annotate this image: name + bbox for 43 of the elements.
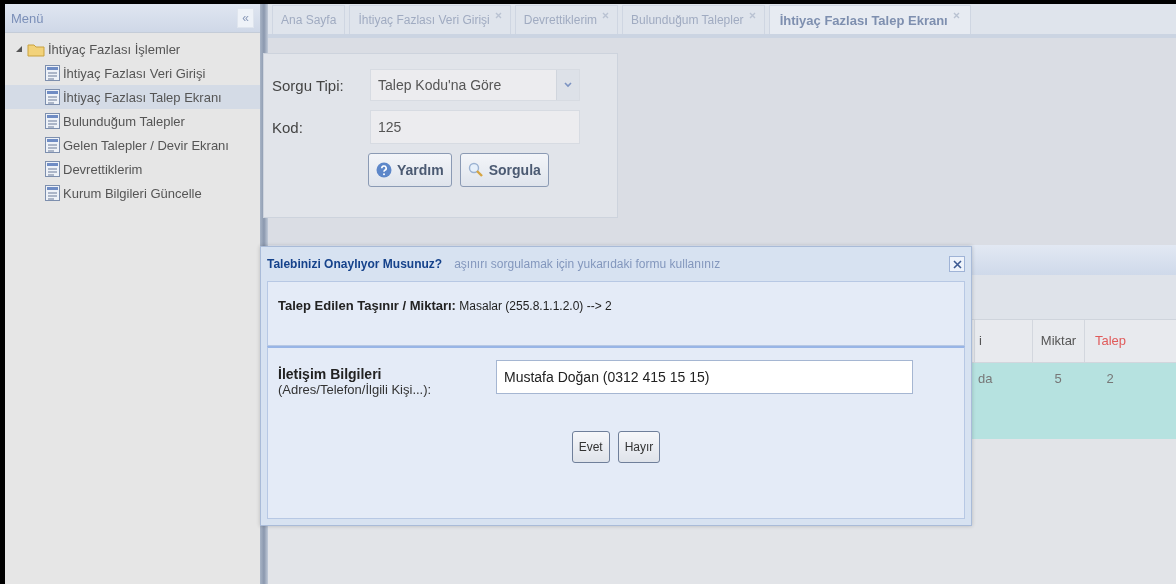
- close-icon: [748, 11, 756, 19]
- grid-hint-text: aşınırı sorgulamak için yukarıdaki formu kullanınız: [454, 257, 721, 271]
- document-icon: [45, 65, 60, 81]
- contact-field[interactable]: Mustafa Doğan (0312 415 15 15): [496, 360, 913, 394]
- dialog-title: Talebinizi Onaylıyor Musunuz?: [267, 257, 443, 271]
- close-icon: [952, 259, 962, 269]
- help-icon: [376, 162, 392, 178]
- close-button[interactable]: [949, 256, 965, 272]
- field-label: Sorgu Tipi:: [272, 76, 345, 94]
- field-label: Kod:: [272, 118, 304, 136]
- column-header[interactable]: i: [974, 320, 1032, 362]
- panel-title: Menü: [11, 10, 44, 26]
- document-icon: [45, 89, 60, 105]
- summary-text: Talep Edilen Taşınır / Miktarı: Masalar (255.8.1.1.2.0) --> 2: [278, 298, 613, 313]
- tree-item[interactable]: İhtiyaç Fazlası Talep Ekranı: [5, 85, 260, 109]
- code-field[interactable]: 125: [370, 110, 580, 144]
- help-button[interactable]: Yardım: [368, 153, 452, 187]
- yes-button[interactable]: Evet: [571, 431, 610, 463]
- document-icon: [45, 185, 60, 201]
- tree-item[interactable]: İhtiyaç Fazlası Veri Girişi: [5, 61, 260, 85]
- column-header[interactable]: Miktar: [1032, 320, 1084, 362]
- folder-icon: [27, 41, 45, 57]
- tree-item[interactable]: İhtiyaç Fazlası İşlemler: [5, 37, 260, 61]
- close-icon: [602, 11, 610, 19]
- document-icon: [45, 161, 60, 177]
- no-button[interactable]: Hayır: [617, 431, 661, 463]
- document-icon: [45, 113, 60, 129]
- field-hint: (Adres/Telefon/İlgili Kişi...):: [278, 382, 433, 397]
- search-button[interactable]: Sorgula: [459, 153, 549, 187]
- tree-item[interactable]: Devrettiklerim: [5, 157, 260, 181]
- tree-item[interactable]: Bulunduğum Talepler: [5, 109, 260, 133]
- field-label: İletişim Bilgileri: [278, 366, 382, 382]
- close-icon: [494, 11, 502, 19]
- document-icon: [45, 137, 60, 153]
- tree-item[interactable]: Kurum Bilgileri Güncelle: [5, 181, 260, 205]
- search-icon: [467, 162, 484, 178]
- table-cell-text: 2: [1105, 370, 1115, 388]
- table-cell-text: da: [977, 370, 994, 388]
- query-type-dropdown[interactable]: Talep Kodu'na Göre: [370, 69, 580, 101]
- tree-item[interactable]: Gelen Talepler / Devir Ekranı: [5, 133, 260, 157]
- close-icon: [952, 11, 960, 19]
- table-cell-text: 5: [1053, 370, 1063, 388]
- chevron-down-icon: [564, 82, 572, 88]
